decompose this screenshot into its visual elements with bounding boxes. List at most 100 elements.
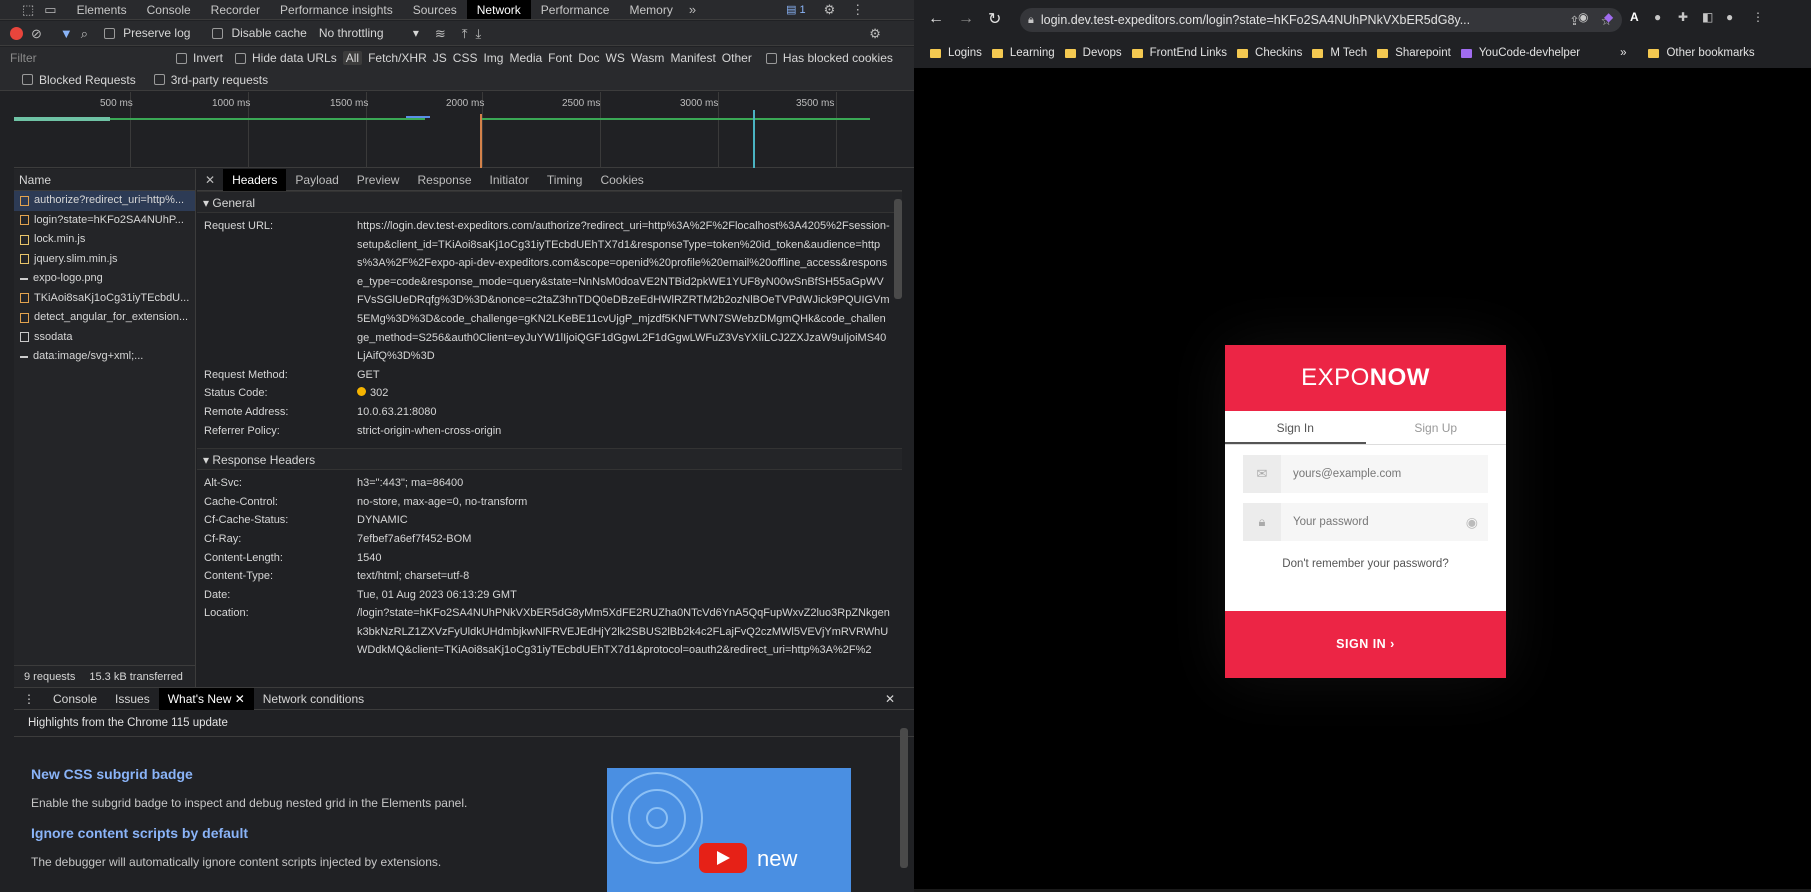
- drawer-tab-console[interactable]: Console: [44, 688, 106, 710]
- import-har-icon[interactable]: ⤒: [462, 27, 468, 40]
- request-row[interactable]: ssodata: [14, 328, 195, 348]
- extension-icon[interactable]: A: [1630, 10, 1639, 24]
- extension-icon[interactable]: ◉: [1578, 10, 1588, 24]
- filter-type-manifest[interactable]: Manifest: [670, 51, 715, 65]
- network-overview-timeline[interactable]: 500 ms 1000 ms 1500 ms 2000 ms 2500 ms 3…: [14, 92, 914, 168]
- tab-timing[interactable]: Timing: [538, 169, 592, 191]
- tab-sign-in[interactable]: Sign In: [1225, 411, 1366, 444]
- eye-icon[interactable]: ◉: [1466, 514, 1478, 531]
- other-bookmarks[interactable]: Other bookmarks: [1648, 47, 1755, 59]
- has-blocked-cookies-checkbox[interactable]: [765, 52, 777, 64]
- profile-icon[interactable]: ●: [1726, 10, 1733, 24]
- drawer-tab-whats-new[interactable]: What's New ✕: [158, 687, 254, 710]
- close-details-icon[interactable]: ✕: [197, 169, 223, 191]
- filter-input[interactable]: Filter: [10, 51, 170, 65]
- inspect-icon[interactable]: ⬚: [0, 3, 40, 16]
- disable-cache-checkbox[interactable]: [212, 27, 224, 39]
- close-tab-icon[interactable]: ✕: [235, 692, 245, 706]
- scrollbar-thumb[interactable]: [894, 199, 902, 299]
- filter-icon[interactable]: ▼: [60, 27, 73, 40]
- whats-new-item-title[interactable]: New CSS subgrid badge: [31, 766, 193, 782]
- search-icon[interactable]: ⌕: [81, 27, 88, 40]
- bookmark-item[interactable]: YouCode-devhelper: [1460, 47, 1580, 59]
- request-row[interactable]: data:image/svg+xml;...: [14, 347, 195, 367]
- sign-in-button[interactable]: SIGN IN ›: [1225, 611, 1506, 678]
- video-thumbnail[interactable]: new: [607, 768, 851, 892]
- extension-icon[interactable]: ●: [1654, 10, 1661, 24]
- issues-badge[interactable]: ▤ 1: [786, 3, 806, 16]
- bookmark-folder[interactable]: Sharepoint: [1377, 47, 1451, 59]
- password-field[interactable]: 🔒︎ Your password ◉: [1243, 503, 1488, 541]
- request-row[interactable]: login?state=hKFo2SA4NUhP...: [14, 211, 195, 231]
- request-row[interactable]: detect_angular_for_extension...: [14, 308, 195, 328]
- hide-data-urls-checkbox[interactable]: [235, 52, 247, 64]
- tab-sign-up[interactable]: Sign Up: [1366, 411, 1507, 444]
- email-field[interactable]: ✉ yours@example.com: [1243, 455, 1488, 493]
- filter-type-fetch-xhr[interactable]: Fetch/XHR: [368, 51, 427, 65]
- drawer-tab-issues[interactable]: Issues: [106, 688, 159, 710]
- filter-type-font[interactable]: Font: [548, 51, 572, 65]
- tab-console[interactable]: Console: [137, 0, 201, 19]
- forgot-password-link[interactable]: Don't remember your password?: [1225, 558, 1506, 570]
- preserve-log-checkbox[interactable]: [104, 27, 116, 39]
- tab-initiator[interactable]: Initiator: [481, 169, 538, 191]
- forward-icon[interactable]: →: [958, 10, 974, 28]
- record-icon[interactable]: [10, 26, 23, 40]
- tab-preview[interactable]: Preview: [348, 169, 409, 191]
- blocked-requests-checkbox[interactable]: [22, 74, 33, 85]
- invert-checkbox[interactable]: [176, 52, 187, 64]
- request-row[interactable]: expo-logo.png: [14, 269, 195, 289]
- more-tabs-icon[interactable]: »: [683, 3, 702, 16]
- tab-sources[interactable]: Sources: [403, 0, 467, 19]
- request-row[interactable]: authorize?redirect_uri=http%...: [14, 191, 195, 211]
- name-column-header[interactable]: Name: [14, 169, 195, 191]
- network-conditions-icon[interactable]: ≋: [435, 27, 446, 40]
- tab-memory[interactable]: Memory: [619, 0, 682, 19]
- filter-type-ws[interactable]: WS: [606, 51, 625, 65]
- filter-type-js[interactable]: JS: [433, 51, 447, 65]
- bookmark-folder[interactable]: Learning: [991, 47, 1055, 59]
- drawer-menu-icon[interactable]: ⋮: [14, 688, 44, 710]
- tab-performance[interactable]: Performance: [531, 0, 620, 19]
- clear-icon[interactable]: ⊘: [31, 27, 42, 40]
- export-har-icon[interactable]: ⤓: [476, 27, 482, 40]
- address-bar[interactable]: 🔒︎ login.dev.test-expeditors.com/login?s…: [1020, 8, 1622, 32]
- tab-recorder[interactable]: Recorder: [201, 0, 270, 19]
- bookmark-folder[interactable]: Logins: [930, 47, 982, 59]
- third-party-checkbox[interactable]: [153, 74, 165, 85]
- back-icon[interactable]: ←: [928, 10, 944, 28]
- kebab-menu-icon[interactable]: ⋮: [851, 3, 864, 16]
- throttling-select[interactable]: No throttling ▾: [319, 26, 419, 40]
- reload-icon[interactable]: ↻: [988, 9, 1001, 29]
- tab-network[interactable]: Network: [466, 0, 531, 19]
- tab-headers[interactable]: Headers: [223, 169, 287, 191]
- drawer-tab-network-conditions[interactable]: Network conditions: [254, 688, 373, 710]
- device-toggle-icon[interactable]: ▭: [40, 3, 66, 16]
- filter-type-all[interactable]: All: [342, 51, 363, 65]
- extension-icon[interactable]: ◆: [1604, 10, 1613, 24]
- tab-cookies[interactable]: Cookies: [591, 169, 652, 191]
- tab-performance-insights[interactable]: Performance insights: [270, 0, 403, 19]
- request-row[interactable]: lock.min.js: [14, 230, 195, 250]
- menu-icon[interactable]: ⋮: [1752, 10, 1764, 24]
- response-headers-section-header[interactable]: ▾ Response Headers: [197, 448, 902, 471]
- side-panel-icon[interactable]: ◧: [1702, 10, 1713, 24]
- request-row[interactable]: TKiAoi8saKj1oCg31iyTEcbdU...: [14, 289, 195, 309]
- more-bookmarks-icon[interactable]: »: [1620, 47, 1626, 59]
- filter-type-media[interactable]: Media: [509, 51, 542, 65]
- close-drawer-icon[interactable]: ✕: [876, 688, 904, 710]
- extensions-puzzle-icon[interactable]: ✚: [1678, 10, 1688, 24]
- request-row[interactable]: jquery.slim.min.js: [14, 250, 195, 270]
- tab-response[interactable]: Response: [408, 169, 480, 191]
- general-section-header[interactable]: ▾ General: [197, 191, 902, 213]
- bookmark-folder[interactable]: Devops: [1064, 47, 1122, 59]
- filter-type-other[interactable]: Other: [722, 51, 752, 65]
- bookmark-folder[interactable]: Checkins: [1237, 47, 1302, 59]
- tab-elements[interactable]: Elements: [67, 0, 137, 19]
- filter-type-css[interactable]: CSS: [453, 51, 478, 65]
- drawer-scrollbar[interactable]: [900, 728, 908, 868]
- network-settings-icon[interactable]: ⚙: [869, 27, 881, 40]
- whats-new-item-title[interactable]: Ignore content scripts by default: [31, 825, 248, 841]
- bookmark-folder[interactable]: M Tech: [1312, 47, 1367, 59]
- bookmark-folder[interactable]: FrontEnd Links: [1131, 47, 1227, 59]
